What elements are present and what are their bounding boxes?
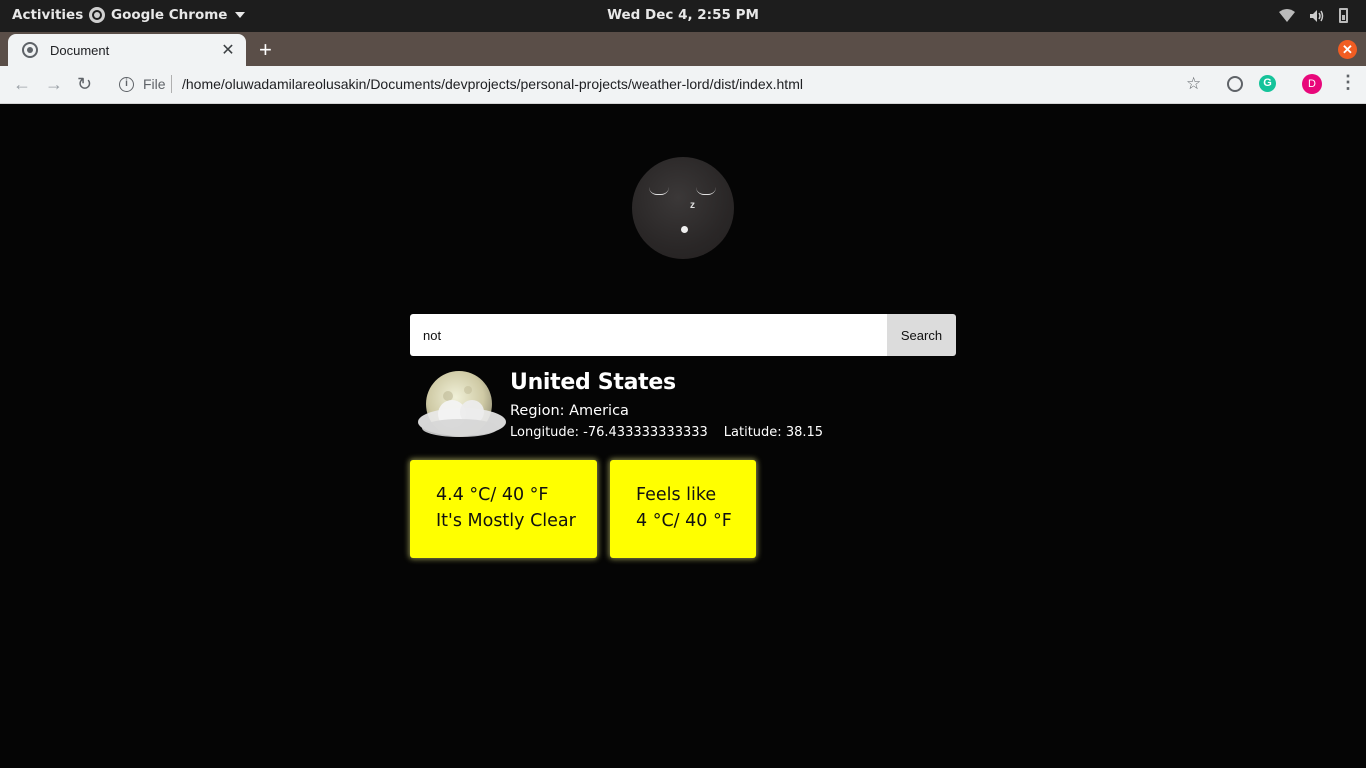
divider	[171, 75, 172, 93]
tab-document[interactable]: Document ✕	[8, 34, 246, 66]
search-form: Search	[410, 314, 956, 356]
longitude-label: Longitude: -76.433333333333	[510, 425, 708, 440]
feels-like-value: 4 °C/ 40 °F	[636, 511, 732, 531]
grammarly-icon[interactable]: G	[1259, 75, 1276, 92]
region-label: Region: America	[510, 403, 629, 419]
activities-button[interactable]: Activities	[12, 7, 83, 23]
search-input[interactable]	[410, 314, 887, 356]
temperature-card: 4.4 °C/ 40 °F It's Mostly Clear	[410, 460, 597, 558]
window-close-button[interactable]: ✕	[1338, 40, 1357, 59]
reload-button[interactable]: ↻	[77, 74, 92, 95]
tab-title: Document	[50, 42, 110, 58]
new-tab-button[interactable]: +	[259, 37, 272, 63]
mouth	[681, 226, 688, 233]
sleeping-moon-logo: z	[632, 157, 734, 259]
bookmark-star-icon[interactable]: ☆	[1186, 74, 1201, 94]
scheme-label: File	[143, 76, 166, 92]
right-eye	[696, 187, 716, 195]
page-content: z Search United States Region: America L…	[0, 104, 1366, 768]
wifi-icon	[1279, 8, 1295, 22]
feels-like-card: Feels like 4 °C/ 40 °F	[610, 460, 756, 558]
system-top-bar: Activities Google Chrome Wed Dec 4, 2:55…	[0, 0, 1366, 32]
zzz-text: z	[690, 200, 695, 211]
temperature-value: 4.4 °C/ 40 °F	[436, 485, 549, 505]
feels-like-label: Feels like	[636, 485, 717, 505]
tab-close-icon[interactable]: ✕	[220, 40, 236, 60]
condition-text: It's Mostly Clear	[436, 511, 576, 531]
globe-icon	[22, 42, 38, 58]
volume-icon	[1310, 9, 1324, 22]
site-info-icon[interactable]: i	[119, 77, 134, 92]
search-button[interactable]: Search	[887, 314, 956, 356]
system-tray[interactable]	[1279, 8, 1348, 23]
left-eye	[649, 187, 669, 195]
forward-button[interactable]: →	[45, 74, 63, 95]
chrome-icon	[89, 7, 105, 23]
tab-strip: Document ✕	[0, 32, 1366, 66]
browser-toolbar: ← → ↻ i File /home/oluwadamilareolusakin…	[0, 66, 1366, 104]
address-bar[interactable]: /home/oluwadamilareolusakin/Documents/de…	[182, 76, 803, 92]
moon-cloud-weather-icon	[418, 371, 506, 437]
country-name: United States	[510, 370, 676, 395]
chevron-down-icon	[235, 12, 246, 18]
app-name: Google Chrome	[111, 7, 228, 23]
latitude-label: Latitude: 38.15	[723, 425, 824, 440]
app-menu[interactable]: Google Chrome	[89, 7, 246, 23]
kebab-menu-icon[interactable]: ⋮	[1339, 72, 1357, 93]
back-button[interactable]: ←	[13, 74, 31, 95]
extension-icon[interactable]	[1227, 76, 1243, 92]
profile-avatar[interactable]: D	[1302, 74, 1322, 94]
battery-icon	[1339, 8, 1348, 23]
coordinates: Longitude: -76.433333333333 Latitude: 38…	[510, 425, 823, 440]
